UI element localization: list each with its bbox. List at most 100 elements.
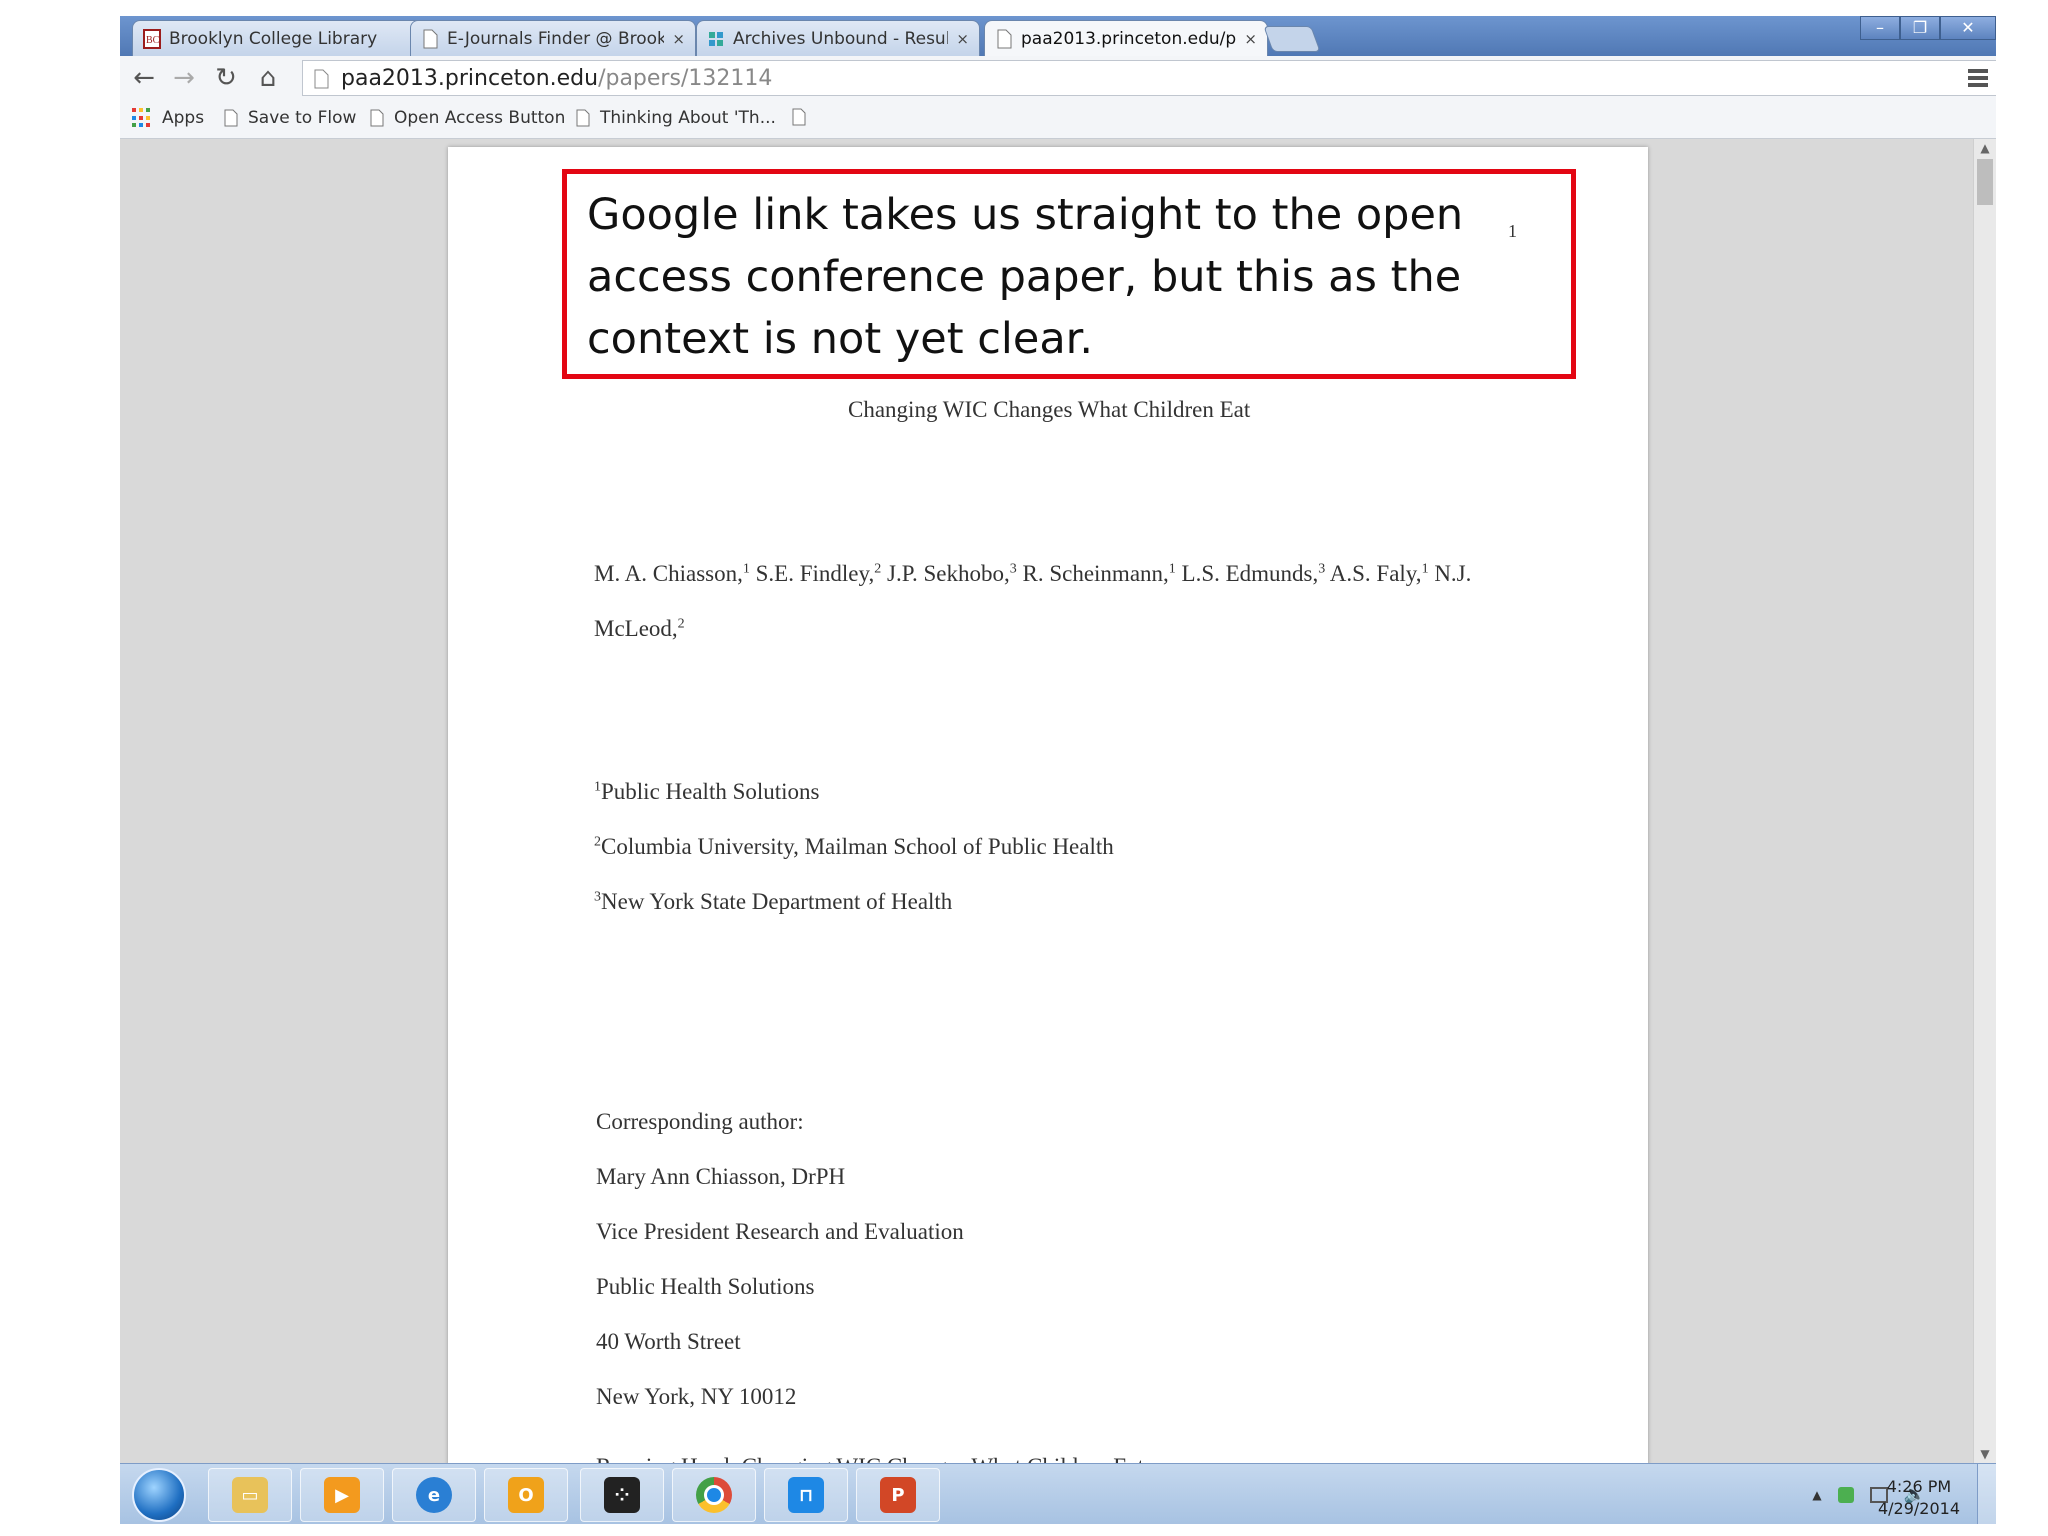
puzzle-icon: [709, 31, 723, 46]
start-button[interactable]: [132, 1468, 186, 1522]
pdf-viewer[interactable]: Google link takes us straight to the ope…: [120, 139, 1996, 1487]
blackberry-icon: ⁘: [604, 1477, 640, 1513]
taskbar-outlook[interactable]: O: [484, 1468, 568, 1522]
callout-line: context is not yet clear.: [587, 314, 1094, 364]
taskbar-powerpoint[interactable]: P: [856, 1468, 940, 1522]
author-sup: 1: [1421, 561, 1429, 577]
bookmark-label: Open Access Button: [394, 108, 566, 128]
page-icon: [314, 69, 329, 89]
new-tab-button[interactable]: [1263, 26, 1321, 52]
paper-title: Changing WIC Changes What Children Eat: [848, 397, 1251, 422]
chrome-icon: [696, 1477, 732, 1513]
page-icon: [224, 109, 238, 127]
outlook-icon: O: [508, 1477, 544, 1513]
tab-archives-unbound[interactable]: Archives Unbound - Resul ×: [696, 20, 980, 56]
corresponding-title: Vice President Research and Evaluation: [596, 1219, 964, 1244]
maximize-button[interactable]: ❐: [1900, 16, 1940, 40]
toolbar: ← → ↻ ⌂ paa2013.princeton.edu/papers/132…: [120, 56, 1996, 100]
apps-grid-icon: [132, 108, 152, 128]
network-tray-icon[interactable]: [1837, 1486, 1854, 1503]
file-explorer-icon: ▭: [232, 1477, 268, 1513]
url-text[interactable]: paa2013.princeton.edu/papers/132114: [341, 66, 772, 91]
forward-button[interactable]: →: [168, 62, 200, 94]
document-page: Google link takes us straight to the ope…: [448, 147, 1648, 1487]
clock-date: 4/29/2014: [1877, 1499, 1960, 1518]
bookmarks-bar: Apps Save to Flow Open Access Button Thi…: [120, 100, 1996, 139]
tab-title: Archives Unbound - Resul: [733, 28, 949, 49]
authors-line: McLeod,2: [594, 616, 685, 642]
taskbar-file-explorer[interactable]: ▭: [208, 1468, 292, 1522]
minimize-button[interactable]: –: [1860, 16, 1900, 40]
menu-icon[interactable]: [1960, 66, 1996, 92]
taskbar-media-player[interactable]: ▶: [300, 1468, 384, 1522]
page-icon: [423, 29, 438, 48]
bc-logo-icon: BC: [143, 28, 161, 49]
show-desktop-button[interactable]: [1977, 1464, 1996, 1524]
page-icon: [576, 109, 590, 127]
affiliation: 1Public Health Solutions: [594, 779, 820, 804]
taskbar-internet-explorer[interactable]: e: [392, 1468, 476, 1522]
taskbar: ▭ ▶ e O ⁘ ⊓ P ▲ 🔈 4:26 PM 4/29/2014: [120, 1463, 1996, 1524]
bookmark-save-to-flow[interactable]: Save to Flow: [224, 108, 356, 128]
address-bar[interactable]: paa2013.princeton.edu/papers/132114 ☆: [302, 60, 1996, 96]
author-name: R. Scheinmann,: [1022, 561, 1169, 586]
scroll-up-icon[interactable]: ▲: [1974, 141, 1996, 155]
close-window-button[interactable]: ✕: [1940, 16, 1996, 40]
clock-time: 4:26 PM: [1886, 1477, 1952, 1496]
tray-expand-icon[interactable]: ▲: [1812, 1488, 1821, 1502]
author-name: A.S. Faly,: [1329, 561, 1422, 586]
corresponding-street: 40 Worth Street: [596, 1329, 741, 1354]
tab-paa2013[interactable]: paa2013.princeton.edu/pa ×: [984, 20, 1268, 57]
author-sup: 2: [874, 561, 882, 577]
affiliation: 3New York State Department of Health: [594, 889, 953, 914]
taskbar-remote-app[interactable]: ⊓: [764, 1468, 848, 1522]
tab-brooklyn-college-library[interactable]: BC Brooklyn College Library ×: [132, 20, 432, 56]
bookmark-untitled[interactable]: [792, 108, 816, 126]
tab-e-journals-finder[interactable]: E-Journals Finder @ Brook ×: [410, 20, 696, 56]
internet-explorer-icon: e: [416, 1477, 452, 1513]
author-sup: 1: [742, 561, 750, 577]
author-name: J.P. Sekhobo,: [887, 561, 1010, 586]
callout-line: Google link takes us straight to the ope…: [587, 190, 1464, 240]
corresponding-name: Mary Ann Chiasson, DrPH: [596, 1164, 846, 1189]
tab-title: paa2013.princeton.edu/pa: [1021, 29, 1237, 49]
bookmark-thinking-about[interactable]: Thinking About 'Th...: [576, 108, 776, 128]
scroll-down-icon[interactable]: ▼: [1974, 1447, 1996, 1461]
page-icon: [370, 109, 384, 127]
bookmark-label: Save to Flow: [248, 108, 357, 128]
reload-button[interactable]: ↻: [210, 62, 242, 94]
bookmark-apps[interactable]: Apps: [132, 108, 204, 128]
page-icon: [997, 29, 1012, 49]
clock[interactable]: 4:26 PM 4/29/2014: [1878, 1476, 1960, 1520]
author-name: S.E. Findley,: [755, 561, 875, 586]
author-sup: 3: [1318, 561, 1326, 577]
author-sup: 1: [1168, 561, 1176, 577]
back-button[interactable]: ←: [128, 62, 160, 94]
taskbar-blackberry[interactable]: ⁘: [580, 1468, 664, 1522]
author-name: N.J.: [1434, 561, 1472, 586]
bookmark-open-access-button[interactable]: Open Access Button: [370, 108, 565, 128]
taskbar-chrome[interactable]: [672, 1468, 756, 1522]
page-number: 1: [1508, 221, 1517, 241]
vertical-scrollbar[interactable]: ▲ ▼: [1973, 139, 1996, 1463]
author-sup: 3: [1009, 561, 1017, 577]
close-icon[interactable]: ×: [672, 30, 685, 48]
screen: BC Brooklyn College Library × E-Journals…: [120, 16, 1996, 1524]
author-sup: 2: [677, 616, 685, 632]
author-name: L.S. Edmunds,: [1181, 561, 1319, 586]
home-button[interactable]: ⌂: [252, 62, 284, 94]
url-host: paa2013.princeton.edu: [341, 66, 599, 91]
tab-title: E-Journals Finder @ Brook: [447, 28, 665, 49]
author-name: McLeod,: [594, 616, 678, 641]
tab-strip: BC Brooklyn College Library × E-Journals…: [120, 16, 1996, 57]
remote-app-icon: ⊓: [788, 1477, 824, 1513]
media-player-icon: ▶: [324, 1477, 360, 1513]
close-icon[interactable]: ×: [1244, 30, 1257, 48]
author-name: M. A. Chiasson,: [594, 561, 743, 586]
corresponding-label: Corresponding author:: [596, 1109, 804, 1134]
svg-text:BC: BC: [146, 35, 160, 46]
affiliation: 2Columbia University, Mailman School of …: [594, 834, 1114, 859]
close-icon[interactable]: ×: [956, 30, 969, 48]
scrollbar-thumb[interactable]: [1977, 159, 1993, 205]
tab-title: Brooklyn College Library: [169, 28, 378, 49]
